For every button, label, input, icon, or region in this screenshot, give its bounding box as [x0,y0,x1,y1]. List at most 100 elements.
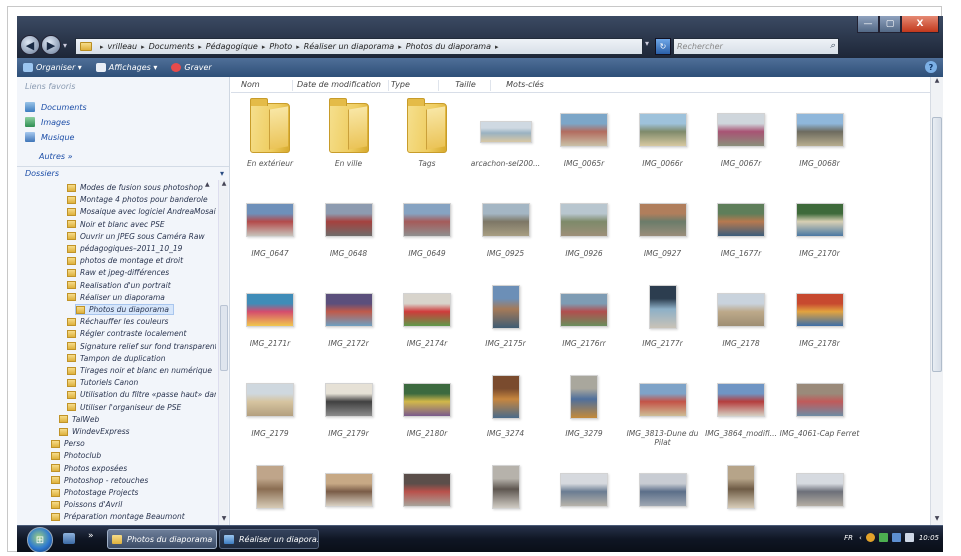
photo-item[interactable] [628,455,698,525]
photo-item[interactable]: IMG_3274 [471,365,541,451]
more-favorites-link[interactable]: Autres » [39,152,73,161]
breadcrumb-separator-icon[interactable]: ▸ [495,43,499,51]
photo-item[interactable] [471,455,541,525]
column-size[interactable]: Taille [441,80,491,91]
tree-item[interactable]: Perso [51,438,85,449]
photo-item[interactable]: IMG_0067r [706,95,776,181]
tree-item[interactable]: Photos du diaporama [75,304,174,315]
folder-item[interactable]: En ville [314,95,384,181]
photo-item[interactable]: IMG_2179 [235,365,305,451]
scroll-up-icon[interactable]: ▲ [219,180,229,190]
tree-item[interactable]: TalWeb [59,414,99,425]
photo-item[interactable]: IMG_2178 [706,275,776,361]
photo-item[interactable]: IMG_2171r [235,275,305,361]
breadcrumb-item[interactable]: Photos du diaporama [406,42,491,51]
address-dropdown-icon[interactable]: ▾ [645,39,649,48]
tree-scroll-thumb[interactable] [220,305,228,371]
content-scroll-thumb[interactable] [932,117,942,372]
breadcrumb-item[interactable]: Réaliser un diaporama [304,42,395,51]
photo-item[interactable]: IMG_2176rr [549,275,619,361]
quick-launch-more[interactable]: » [88,531,94,541]
photo-item[interactable]: IMG_3813-Dune du Pilat [627,365,698,451]
photo-item[interactable] [314,455,384,525]
help-icon[interactable]: ? [925,61,937,73]
column-date[interactable]: Date de modification [297,80,389,91]
photo-item[interactable]: IMG_0925 [471,185,541,271]
favorite-images[interactable]: Images [25,117,70,127]
address-bar[interactable]: ▸ vrilleau ▸ Documents ▸ Pédagogique ▸ Photo ▸ R… [75,38,643,55]
tree-collapse-icon[interactable]: ▲ [205,181,210,188]
tree-item[interactable]: Noir et blanc avec PSE [67,219,165,230]
folder-item[interactable]: Tags [392,95,462,181]
photo-item[interactable] [549,455,619,525]
column-keywords[interactable]: Mots-clés [495,80,555,91]
photo-item[interactable]: IMG_3279 [549,365,619,451]
breadcrumb-item[interactable]: Photo [269,42,292,51]
search-icon[interactable]: ⌕ [830,41,835,51]
photo-item[interactable]: IMG_2172r [314,275,384,361]
tree-item[interactable]: Tutoriels Canon [67,377,138,388]
language-indicator[interactable]: FR [844,534,853,542]
breadcrumb-separator-icon[interactable]: ▸ [398,43,402,51]
breadcrumb-separator-icon[interactable]: ▸ [100,43,104,51]
tree-item[interactable]: Photos exposées [51,463,127,474]
tree-item[interactable]: Montage 4 photos pour banderole [67,194,208,205]
folder-item[interactable]: En extérieur [235,95,305,181]
chevron-down-icon[interactable]: ▾ [220,169,224,178]
breadcrumb-item[interactable]: Documents [149,42,195,51]
scroll-up-icon[interactable]: ▲ [931,77,943,87]
photo-item[interactable] [785,455,855,525]
column-type[interactable]: Type [391,80,439,91]
photo-item[interactable]: IMG_0068r [785,95,855,181]
tree-item[interactable]: Photoshop - retouches [51,475,148,486]
tree-item[interactable]: Tirages noir et blanc en numérique [67,365,212,376]
breadcrumb-item[interactable]: Pédagogique [206,42,258,51]
photo-item[interactable]: IMG_2177r [628,275,698,361]
tree-item[interactable]: WindevExpress [59,426,130,437]
photo-item[interactable]: arcachon-sel200... [471,95,541,181]
update-icon[interactable] [865,533,875,542]
tree-item[interactable]: Photoclub [51,450,101,461]
photo-item[interactable]: IMG_2180r [392,365,462,451]
photo-item[interactable]: IMG_0927 [628,185,698,271]
photo-item[interactable]: IMG_2178r [785,275,855,361]
tree-item[interactable]: pédagogiques–2011_10_19 [67,243,182,254]
favorite-documents[interactable]: Documents [25,102,87,112]
tree-item[interactable]: Tampon de duplication [67,353,165,364]
tree-item[interactable]: Régler contraste localement [67,328,186,339]
scroll-down-icon[interactable]: ▼ [219,515,229,525]
forward-button[interactable]: ▶ [41,35,61,55]
search-input[interactable]: Rechercher ⌕ [673,38,839,55]
breadcrumb-separator-icon[interactable]: ▸ [296,43,300,51]
task-photos-du-diaporama[interactable]: Photos du diaporama [107,529,217,549]
photo-item[interactable]: IMG_3864_modifi... [705,365,777,451]
content-scrollbar[interactable]: ▲ ▼ [930,77,943,525]
photo-item[interactable]: IMG_2170r [785,185,855,271]
tree-item[interactable]: Mosaique avec logiciel AndreaMosaic [67,206,216,217]
photo-item[interactable]: IMG_0649 [392,185,462,271]
tree-item[interactable]: Réaliser un diaporama [67,292,165,303]
photo-item[interactable]: IMG_0065r [549,95,619,181]
security-icon[interactable] [878,533,888,542]
tree-item[interactable]: Signature relief sur fond transparent [67,341,216,352]
tray-expand-icon[interactable]: ‹ [859,534,862,542]
refresh-button[interactable]: ↻ [655,38,671,55]
photo-item[interactable] [706,455,776,525]
task-realiser-un-diaporama[interactable]: Réaliser un diapora... [219,529,319,549]
views-button[interactable]: Affichages ▾ [95,63,157,72]
show-desktop-icon[interactable] [63,533,75,544]
photo-item[interactable]: IMG_0647 [235,185,305,271]
burn-button[interactable]: Graver [171,63,212,72]
breadcrumb-separator-icon[interactable]: ▸ [198,43,202,51]
favorite-music[interactable]: Musique [25,132,74,142]
tree-item[interactable]: Préparation montage Beaumont [51,511,185,522]
column-name[interactable]: Nom [241,80,293,91]
tree-item[interactable]: Realisation d'un portrait [67,280,171,291]
breadcrumb-separator-icon[interactable]: ▸ [262,43,266,51]
tree-item[interactable]: Raw et jpeg-différences [67,267,169,278]
photo-item[interactable]: IMG_2175r [471,275,541,361]
scroll-down-icon[interactable]: ▼ [931,515,943,525]
photo-item[interactable]: IMG_1677r [706,185,776,271]
folders-header[interactable]: Dossiers ▾ [17,166,229,180]
tree-item[interactable]: Poissons d'Avril [51,499,122,510]
